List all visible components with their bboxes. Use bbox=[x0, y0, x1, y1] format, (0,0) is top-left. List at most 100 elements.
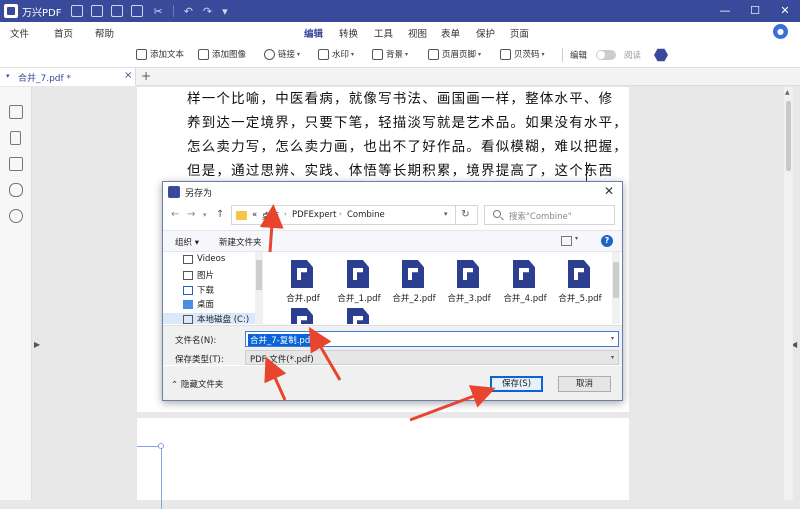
save-button[interactable]: 保存(S) bbox=[490, 376, 543, 392]
forward-arrow-icon[interactable]: → bbox=[187, 209, 195, 220]
background-button[interactable]: 背景 ▾ bbox=[372, 48, 408, 60]
close-tab-icon[interactable]: × bbox=[124, 70, 132, 81]
undo-icon[interactable]: ↶ bbox=[184, 6, 193, 17]
organize-button[interactable]: 组织 ▾ bbox=[175, 236, 199, 248]
document-text-line: 怎么卖力写，怎么卖力画，也出不了好作品。看似模糊，难以把握， bbox=[187, 139, 628, 155]
help-icon[interactable]: ? bbox=[601, 235, 613, 247]
menu-edit[interactable]: 编辑 bbox=[304, 26, 324, 44]
toolbar-divider bbox=[562, 48, 563, 62]
open-folder-icon[interactable] bbox=[71, 5, 84, 17]
view-options-icon[interactable] bbox=[561, 236, 572, 246]
address-bar[interactable]: « 桌面 › PDFExpert › Combine ▾ bbox=[231, 205, 478, 225]
header-footer-button[interactable]: 页眉页脚 ▾ bbox=[428, 48, 481, 60]
file-item[interactable]: 合并_2.pdf bbox=[386, 256, 442, 314]
watermark-button[interactable]: 水印 ▾ bbox=[318, 48, 354, 60]
breadcrumb-overflow[interactable]: « bbox=[252, 210, 257, 220]
menu-help[interactable]: 帮助 bbox=[95, 26, 114, 40]
scrollbar-thumb[interactable] bbox=[256, 260, 262, 290]
breadcrumb-pdfexpert[interactable]: PDFExpert bbox=[292, 210, 336, 220]
file-item[interactable] bbox=[331, 304, 387, 324]
new-tab-button[interactable]: + bbox=[141, 69, 151, 83]
nav-item-pictures[interactable]: 图片 bbox=[183, 269, 214, 281]
navigation-pane: Videos 图片 下载 桌面 本地磁盘 (C:) bbox=[163, 252, 263, 324]
breadcrumb-combine[interactable]: Combine bbox=[347, 210, 385, 220]
new-folder-button[interactable]: 新建文件夹 bbox=[219, 236, 262, 248]
scrollbar-thumb[interactable] bbox=[613, 262, 619, 298]
collapse-left-icon[interactable]: ▶ bbox=[34, 340, 40, 349]
bookmark-icon[interactable] bbox=[10, 131, 21, 145]
menu-view[interactable]: 视图 bbox=[408, 26, 427, 40]
thumbnails-icon[interactable] bbox=[9, 105, 23, 119]
tab-document[interactable]: ▾ 合并_7.pdf * × bbox=[0, 68, 136, 86]
file-item[interactable]: 合并_3.pdf bbox=[441, 256, 497, 314]
menu-form[interactable]: 表单 bbox=[441, 26, 460, 40]
filetype-select[interactable]: PDF 文件(*.pdf) ▾ bbox=[245, 350, 619, 365]
document-tab-bar: ▾ 合并_7.pdf * × + bbox=[0, 68, 800, 86]
menu-home[interactable]: 首页 bbox=[54, 26, 73, 40]
add-text-icon bbox=[136, 48, 147, 60]
back-arrow-icon[interactable]: ← bbox=[171, 209, 179, 220]
maximize-button[interactable]: ☐ bbox=[740, 0, 770, 22]
recent-dropdown-icon[interactable]: ▾ bbox=[203, 211, 207, 219]
file-item[interactable]: 合并_4.pdf bbox=[497, 256, 553, 314]
hide-folders-toggle[interactable]: ⌃ 隐藏文件夹 bbox=[171, 378, 223, 390]
document-text-line: 样一个比喻，中医看病，就像写书法、画国画一样，整体水平、修 bbox=[187, 91, 614, 107]
comment-icon[interactable] bbox=[9, 157, 23, 171]
cancel-button[interactable]: 取消 bbox=[558, 376, 611, 392]
chevron-down-icon[interactable]: ▾ bbox=[611, 354, 614, 361]
breadcrumb-desktop[interactable]: 桌面 bbox=[262, 210, 279, 222]
search-box[interactable]: 搜索"Combine" bbox=[484, 205, 615, 225]
chevron-down-icon[interactable]: ▾ bbox=[611, 335, 614, 342]
edit-read-toggle[interactable] bbox=[596, 50, 616, 60]
print-icon[interactable] bbox=[131, 5, 144, 17]
cut-icon[interactable]: ✂ bbox=[153, 6, 162, 17]
breadcrumb-separator-icon[interactable]: › bbox=[339, 210, 342, 218]
add-image-icon bbox=[198, 48, 209, 60]
pdf-file-icon bbox=[568, 260, 590, 288]
breadcrumb-separator-icon[interactable]: › bbox=[284, 210, 287, 218]
minimize-button[interactable]: — bbox=[710, 0, 740, 22]
app-name: 万兴PDF bbox=[22, 7, 62, 19]
file-item[interactable] bbox=[275, 304, 331, 324]
user-avatar-icon[interactable]: ● bbox=[773, 24, 788, 39]
dialog-close-button[interactable]: ✕ bbox=[604, 184, 614, 198]
filetype-value: PDF 文件(*.pdf) bbox=[250, 355, 314, 365]
up-arrow-icon[interactable]: ↑ bbox=[216, 209, 224, 220]
nav-item-downloads[interactable]: 下载 bbox=[183, 284, 214, 296]
menu-protect[interactable]: 保护 bbox=[476, 26, 495, 40]
scroll-up-icon[interactable]: ▲ bbox=[785, 89, 790, 96]
address-dropdown-icon[interactable]: ▾ bbox=[444, 210, 448, 218]
menu-file[interactable]: 文件 bbox=[10, 26, 29, 40]
refresh-icon[interactable]: ↻ bbox=[455, 205, 475, 225]
add-text-button[interactable]: 添加文本 bbox=[136, 48, 184, 60]
menu-convert[interactable]: 转换 bbox=[339, 26, 358, 40]
close-window-button[interactable]: ✕ bbox=[770, 0, 800, 22]
document-scrollbar[interactable]: ▲ bbox=[784, 87, 793, 500]
app-logo-icon bbox=[4, 4, 18, 18]
chevron-down-icon[interactable]: ▾ bbox=[575, 235, 578, 242]
search-icon[interactable] bbox=[9, 209, 23, 223]
nav-item-local-disk[interactable]: 本地磁盘 (C:) bbox=[163, 313, 255, 324]
dialog-command-bar: 组织 ▾ 新建文件夹 ▾ ? bbox=[163, 230, 622, 252]
add-image-button[interactable]: 添加图像 bbox=[198, 48, 246, 60]
link-button[interactable]: 链接 ▾ bbox=[264, 48, 300, 60]
edit-mode-label: 编辑 bbox=[570, 51, 588, 61]
redo-icon[interactable]: ↷ bbox=[203, 6, 212, 17]
scrollbar-thumb[interactable] bbox=[786, 101, 791, 171]
file-item[interactable]: 合并_5.pdf bbox=[552, 256, 608, 314]
save-icon[interactable] bbox=[91, 5, 104, 17]
nav-item-desktop[interactable]: 桌面 bbox=[183, 298, 214, 310]
attachment-icon[interactable] bbox=[9, 183, 23, 197]
nav-pane-scrollbar[interactable] bbox=[255, 252, 263, 324]
menu-tools[interactable]: 工具 bbox=[374, 26, 393, 40]
watermark-icon bbox=[318, 48, 329, 60]
file-list-scrollbar[interactable] bbox=[612, 252, 620, 324]
link-icon bbox=[264, 48, 275, 60]
email-icon[interactable] bbox=[111, 5, 124, 17]
filename-input[interactable]: 合并_7-复制.pdf ▾ bbox=[245, 331, 619, 347]
bates-button[interactable]: 贝茨码 ▾ bbox=[500, 48, 545, 60]
menu-page[interactable]: 页面 bbox=[510, 26, 529, 40]
nav-item-videos[interactable]: Videos bbox=[183, 254, 225, 264]
pdf-file-icon bbox=[291, 308, 313, 324]
customize-dropdown-icon[interactable]: ▾ bbox=[222, 6, 228, 17]
